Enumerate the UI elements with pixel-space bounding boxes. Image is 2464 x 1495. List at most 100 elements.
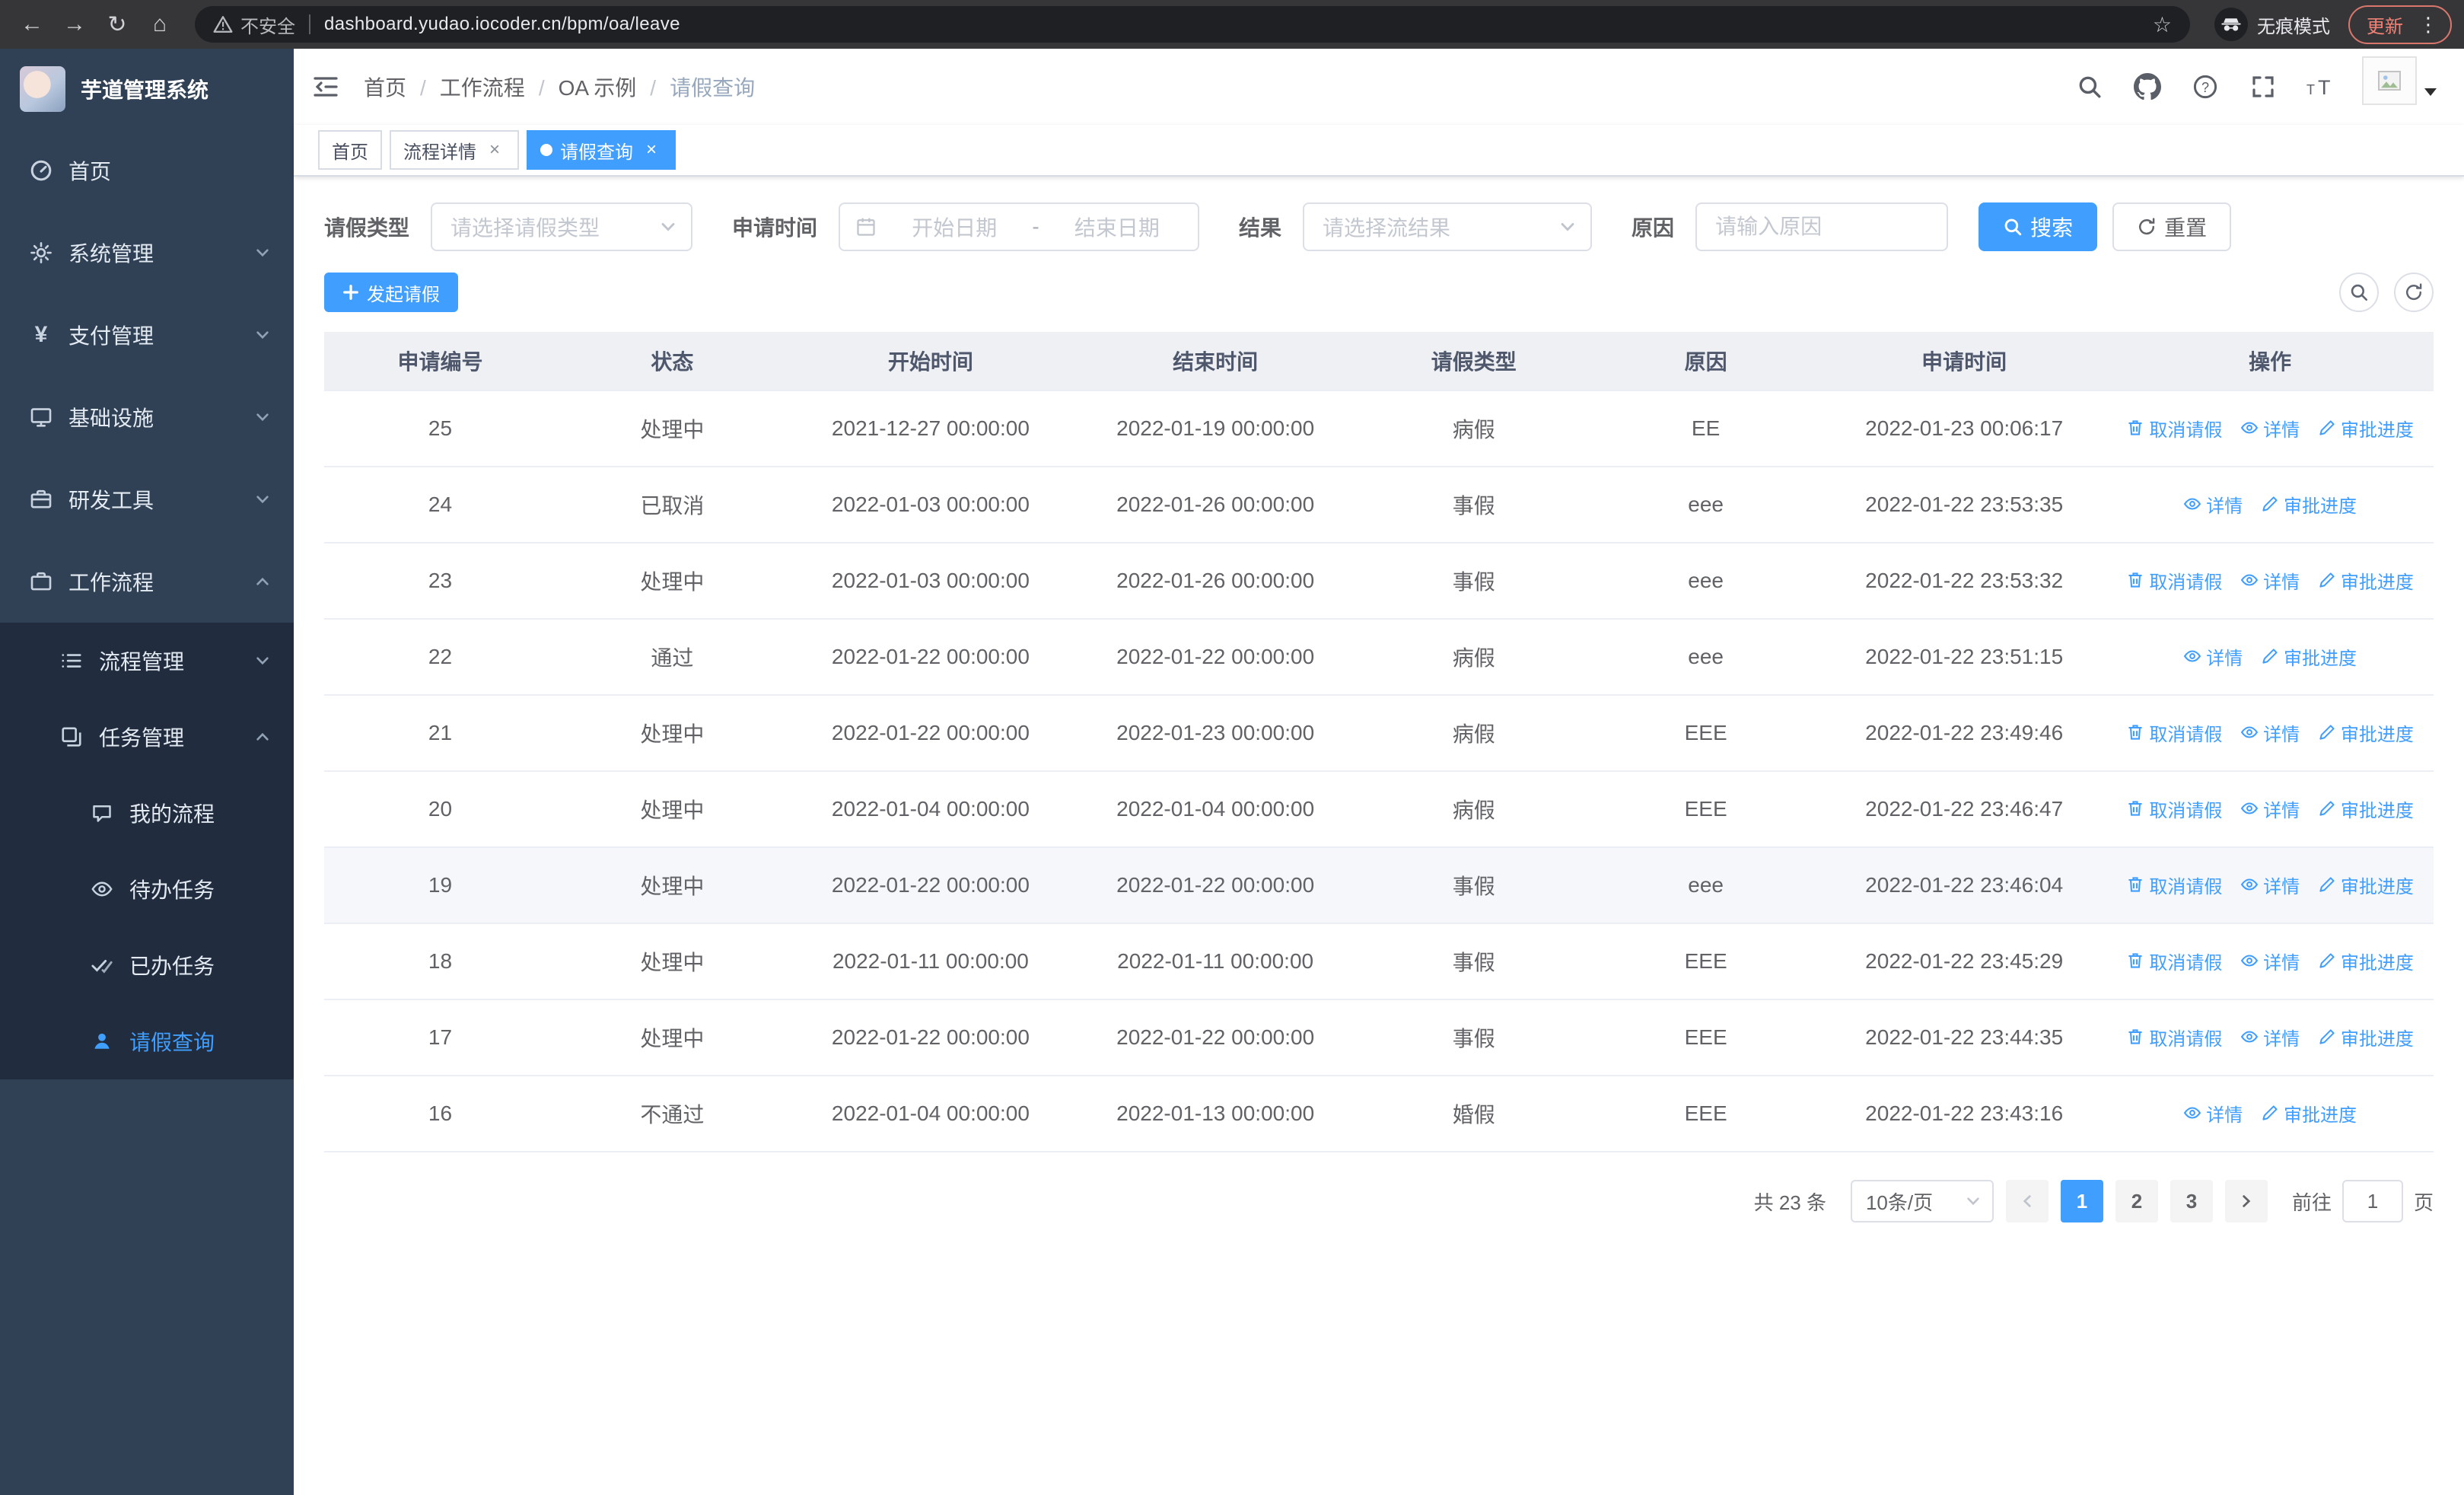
cell-apply-id: 23 bbox=[324, 543, 556, 620]
prev-page-button[interactable] bbox=[2005, 1180, 2049, 1222]
cancel-leave-link[interactable]: 取消请假 bbox=[2126, 1024, 2222, 1050]
sidebar-item-leave-query[interactable]: 请假查询 bbox=[0, 1003, 294, 1079]
approval-progress-link[interactable]: 审批进度 bbox=[2261, 491, 2357, 518]
browser-back-button[interactable]: ← bbox=[12, 5, 52, 44]
apply-time-range-picker[interactable]: 开始日期 - 结束日期 bbox=[839, 202, 1200, 251]
security-chip[interactable]: 不安全 bbox=[213, 11, 295, 38]
detail-link[interactable]: 详情 bbox=[2240, 719, 2300, 746]
sidebar-item-infrastructure[interactable]: 基础设施 bbox=[0, 376, 294, 458]
approval-progress-link[interactable]: 审批进度 bbox=[2318, 948, 2414, 974]
browser-update-button[interactable]: 更新 ⋮ bbox=[2348, 5, 2452, 44]
approval-progress-link[interactable]: 审批进度 bbox=[2318, 872, 2414, 898]
action-label: 审批进度 bbox=[2284, 1105, 2357, 1126]
goto-page-input[interactable] bbox=[2341, 1180, 2403, 1222]
app-logo[interactable]: 芋道管理系统 bbox=[0, 49, 294, 129]
close-icon[interactable]: × bbox=[484, 139, 505, 161]
leave-type-select[interactable]: 请选择请假类型 bbox=[431, 202, 693, 251]
search-button-label: 搜索 bbox=[2030, 216, 2074, 240]
sidebar-item-payment-management[interactable]: ¥ 支付管理 bbox=[0, 294, 294, 376]
cancel-leave-link[interactable]: 取消请假 bbox=[2126, 948, 2222, 974]
page-button-3[interactable]: 3 bbox=[2170, 1180, 2213, 1222]
sidebar-item-done-tasks[interactable]: 已办任务 bbox=[0, 927, 294, 1003]
cell-apply-time: 2022-01-22 23:46:04 bbox=[1822, 847, 2107, 924]
detail-link[interactable]: 详情 bbox=[2183, 491, 2243, 518]
refresh-table-button[interactable] bbox=[2394, 273, 2434, 312]
page-size-select[interactable]: 10条/页 bbox=[1850, 1180, 1994, 1222]
browser-reload-button[interactable]: ↻ bbox=[97, 5, 137, 44]
approval-progress-link[interactable]: 审批进度 bbox=[2318, 415, 2414, 441]
breadcrumb-item[interactable]: OA 示例 bbox=[559, 72, 670, 102]
detail-link[interactable]: 详情 bbox=[2240, 948, 2300, 974]
detail-link[interactable]: 详情 bbox=[2240, 415, 2300, 441]
font-size-button[interactable]: TT bbox=[2292, 49, 2350, 125]
create-leave-button[interactable]: 发起请假 bbox=[324, 273, 458, 312]
action-label: 详情 bbox=[2263, 1028, 2300, 1050]
sidebar-item-process-management[interactable]: 流程管理 bbox=[0, 623, 294, 699]
user-menu[interactable] bbox=[2350, 56, 2443, 117]
approval-progress-link[interactable]: 审批进度 bbox=[2261, 643, 2357, 670]
sidebar-item-workflow[interactable]: 工作流程 bbox=[0, 540, 294, 623]
cancel-leave-link[interactable]: 取消请假 bbox=[2126, 795, 2222, 822]
cell-reason: eee bbox=[1590, 619, 1823, 696]
chevron-down-icon bbox=[256, 249, 269, 257]
address-bar[interactable]: 不安全 dashboard.yudao.iocoder.cn/bpm/oa/le… bbox=[195, 6, 2190, 43]
approval-progress-link[interactable]: 审批进度 bbox=[2318, 1024, 2414, 1050]
approval-progress-link[interactable]: 审批进度 bbox=[2318, 795, 2414, 822]
sidebar-item-my-process[interactable]: 我的流程 bbox=[0, 775, 294, 851]
github-link[interactable] bbox=[2119, 49, 2176, 125]
browser-forward-button[interactable]: → bbox=[55, 5, 94, 44]
cancel-leave-link[interactable]: 取消请假 bbox=[2126, 719, 2222, 746]
page-button-2[interactable]: 2 bbox=[2115, 1180, 2158, 1222]
kebab-menu-icon[interactable]: ⋮ bbox=[2414, 13, 2443, 37]
help-button[interactable]: ? bbox=[2176, 49, 2234, 125]
browser-home-button[interactable]: ⌂ bbox=[140, 5, 180, 44]
toggle-search-button[interactable] bbox=[2339, 273, 2379, 312]
tab-process-detail[interactable]: 流程详情 × bbox=[390, 130, 519, 170]
cancel-leave-link[interactable]: 取消请假 bbox=[2126, 567, 2222, 594]
detail-link[interactable]: 详情 bbox=[2240, 795, 2300, 822]
reset-button[interactable]: 重置 bbox=[2112, 202, 2232, 251]
sidebar-item-task-management[interactable]: 任务管理 bbox=[0, 699, 294, 775]
url-text[interactable]: dashboard.yudao.iocoder.cn/bpm/oa/leave bbox=[324, 14, 680, 35]
detail-link[interactable]: 详情 bbox=[2183, 643, 2243, 670]
approval-progress-link[interactable]: 审批进度 bbox=[2318, 719, 2414, 746]
close-icon[interactable]: × bbox=[641, 139, 662, 161]
next-page-button[interactable] bbox=[2224, 1180, 2268, 1222]
sidebar-item-dev-tools[interactable]: 研发工具 bbox=[0, 458, 294, 540]
collapse-sidebar-button[interactable] bbox=[294, 49, 358, 125]
eye-icon bbox=[2240, 802, 2259, 814]
cancel-leave-link[interactable]: 取消请假 bbox=[2126, 872, 2222, 898]
approval-progress-link[interactable]: 审批进度 bbox=[2318, 567, 2414, 594]
cell-apply-time: 2022-01-23 00:06:17 bbox=[1822, 390, 2107, 467]
result-select[interactable]: 请选择流结果 bbox=[1303, 202, 1593, 251]
cancel-leave-link[interactable]: 取消请假 bbox=[2126, 415, 2222, 441]
header-search-button[interactable] bbox=[2061, 49, 2119, 125]
tab-home[interactable]: 首页 bbox=[318, 130, 382, 170]
breadcrumb-item[interactable]: 首页 bbox=[364, 72, 440, 102]
breadcrumb-item[interactable]: 工作流程 bbox=[440, 72, 559, 102]
detail-link[interactable]: 详情 bbox=[2183, 1100, 2243, 1127]
approval-progress-link[interactable]: 审批进度 bbox=[2261, 1100, 2357, 1127]
fullscreen-button[interactable] bbox=[2234, 49, 2292, 125]
page-button-1[interactable]: 1 bbox=[2060, 1180, 2103, 1222]
cell-apply-id: 25 bbox=[324, 390, 556, 467]
cell-apply-id: 22 bbox=[324, 619, 556, 696]
chevron-down-icon bbox=[1967, 1197, 1979, 1206]
detail-link[interactable]: 详情 bbox=[2240, 1024, 2300, 1050]
sidebar-item-todo-tasks[interactable]: 待办任务 bbox=[0, 851, 294, 927]
refresh-icon bbox=[2406, 283, 2422, 301]
tab-label: 首页 bbox=[332, 142, 368, 163]
sidebar-item-system-management[interactable]: 系统管理 bbox=[0, 212, 294, 294]
detail-link[interactable]: 详情 bbox=[2240, 567, 2300, 594]
chevron-down-icon bbox=[256, 413, 269, 422]
sidebar-item-home[interactable]: 首页 bbox=[0, 129, 294, 212]
reason-input[interactable] bbox=[1695, 202, 1949, 251]
cell-start-time: 2022-01-04 00:00:00 bbox=[788, 771, 1074, 848]
tab-leave-query[interactable]: 请假查询 × bbox=[527, 130, 676, 170]
cell-apply-id: 24 bbox=[324, 467, 556, 543]
bookmark-star-icon[interactable]: ☆ bbox=[2144, 12, 2181, 37]
search-button[interactable]: 搜索 bbox=[1979, 202, 2098, 251]
detail-link[interactable]: 详情 bbox=[2240, 872, 2300, 898]
cell-leave-type: 事假 bbox=[1358, 923, 1590, 1000]
table-row: 25 处理中 2021-12-27 00:00:00 2022-01-19 00… bbox=[324, 390, 2434, 467]
